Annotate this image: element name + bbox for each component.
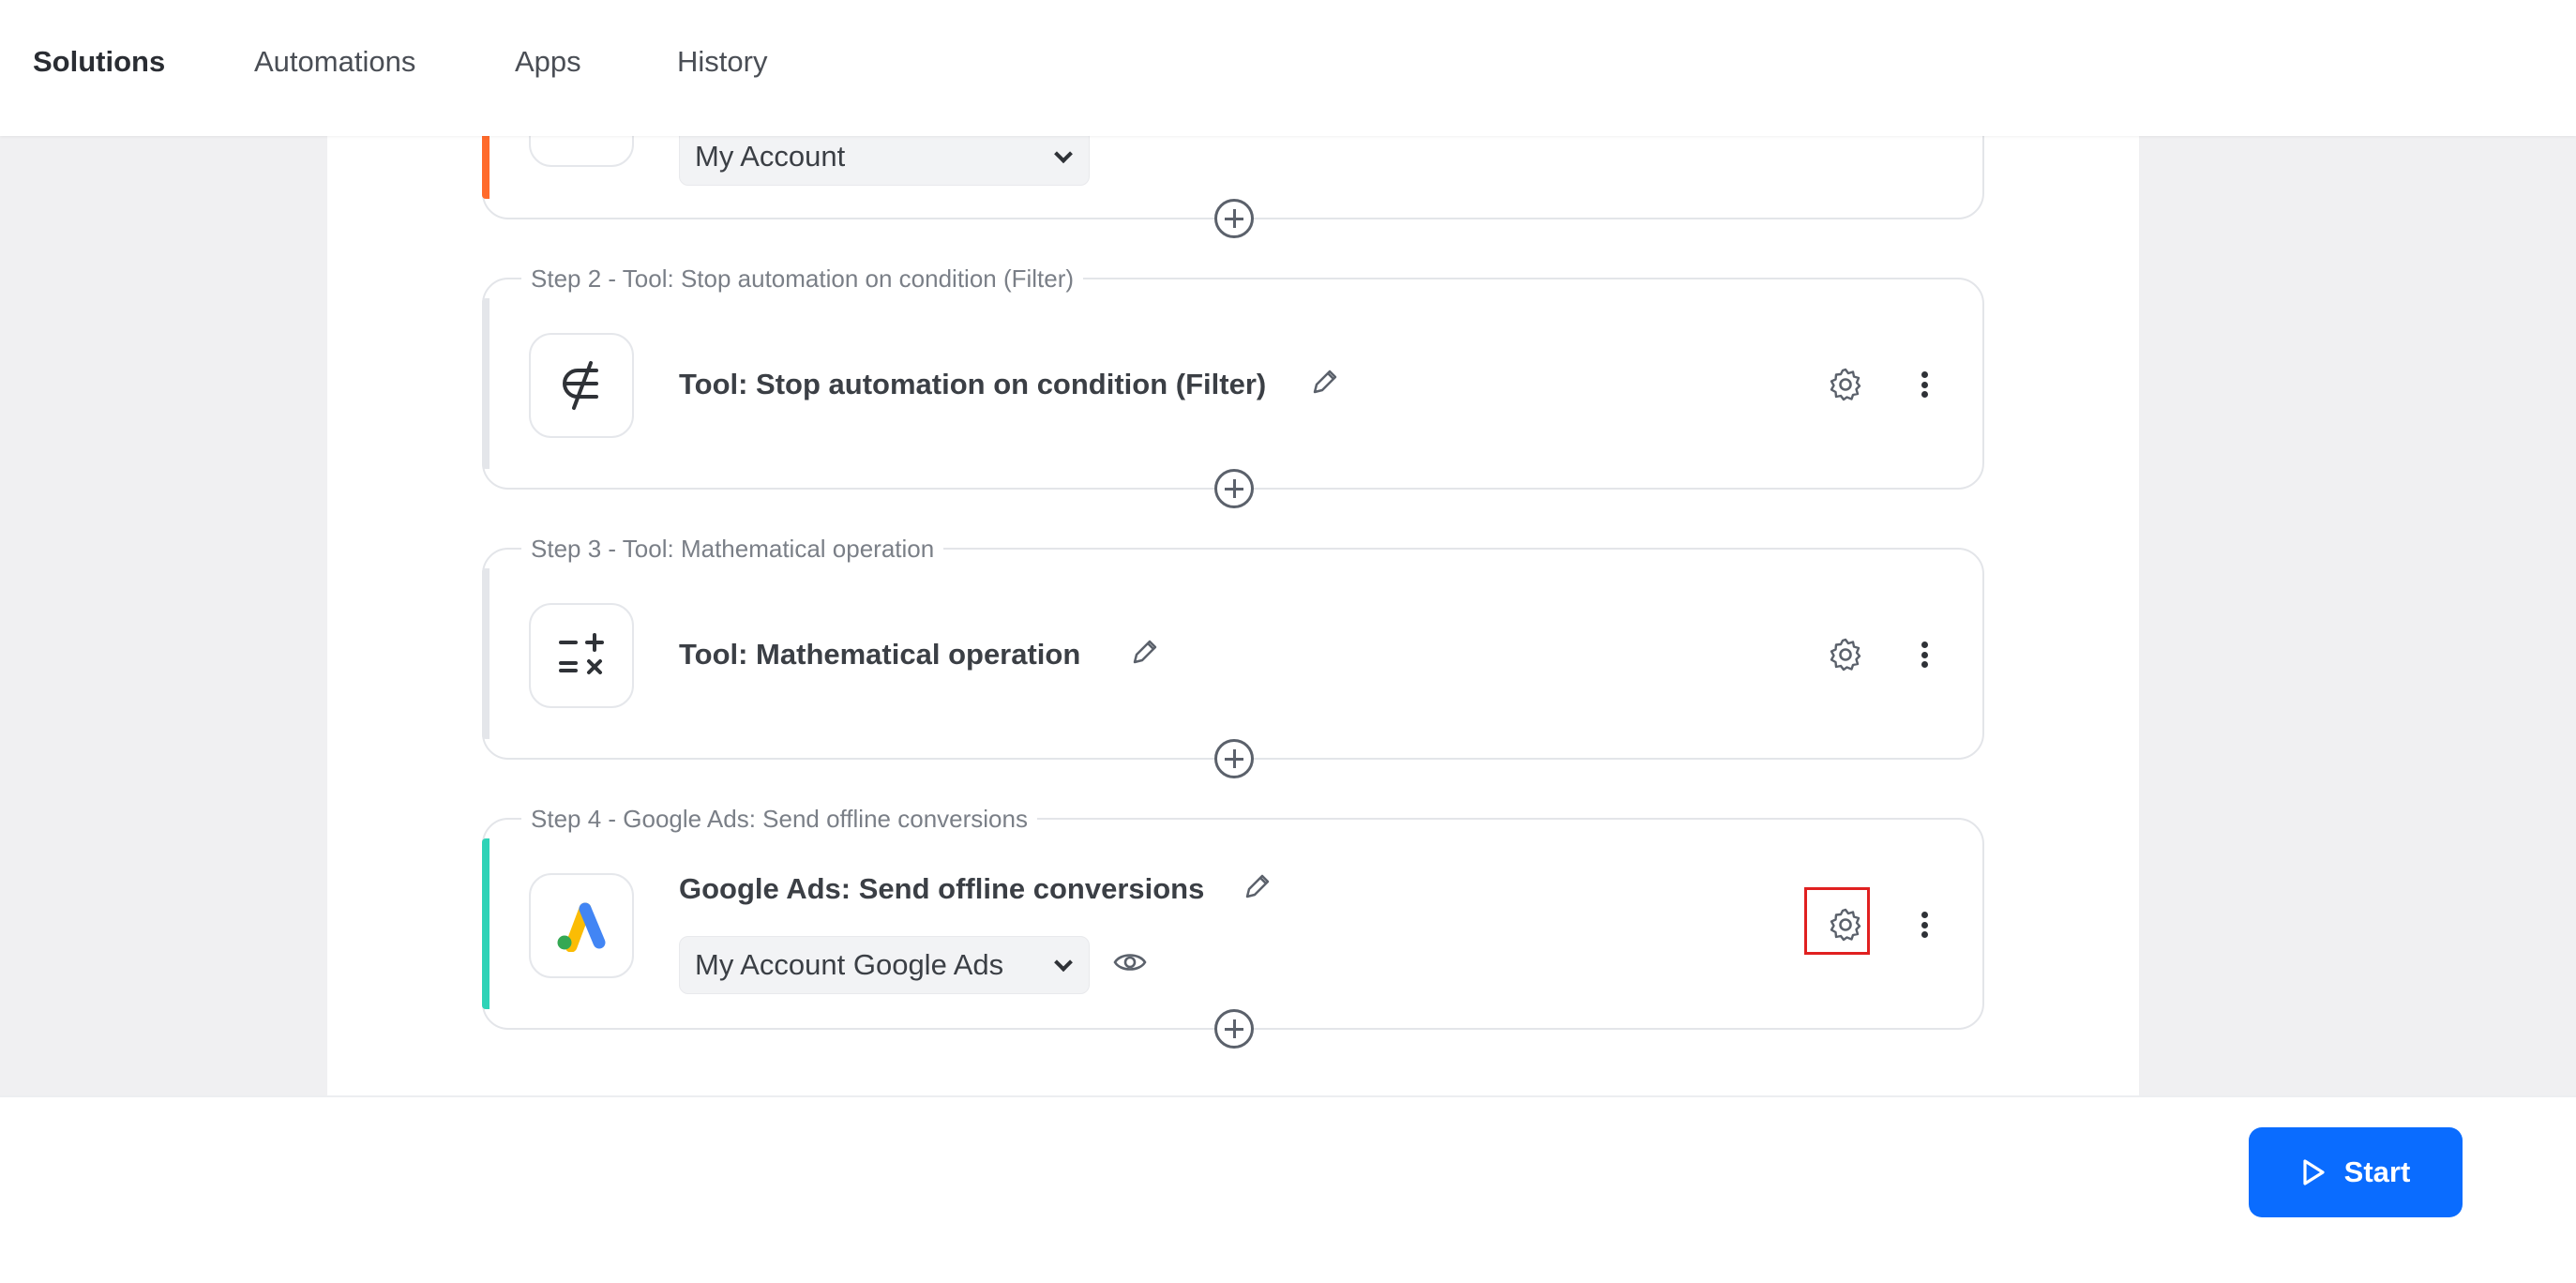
- edit-pencil-icon[interactable]: [1307, 366, 1341, 400]
- account-select-value: My Account: [695, 140, 846, 173]
- more-options-icon[interactable]: [1917, 366, 1932, 403]
- start-button-label: Start: [2343, 1155, 2411, 1188]
- step-accent-bar: [482, 568, 490, 739]
- more-options-icon[interactable]: [1917, 636, 1932, 673]
- bottom-action-bar: [0, 1095, 2576, 1283]
- step-card-3: Step 3 - Tool: Mathematical operation To…: [482, 535, 1984, 778]
- step-accent-bar: [482, 838, 490, 1009]
- step-title: Tool: Stop automation on condition (Filt…: [679, 368, 1267, 400]
- math-operations-icon: [559, 633, 604, 674]
- step-accent-bar: [482, 298, 490, 469]
- add-step-button[interactable]: [1214, 469, 1254, 508]
- edit-pencil-icon[interactable]: [1240, 870, 1273, 904]
- nav-history[interactable]: History: [677, 45, 767, 79]
- edit-pencil-icon[interactable]: [1127, 636, 1161, 670]
- chevron-down-icon: [1054, 953, 1073, 973]
- filter-not-subset-icon: [563, 361, 598, 410]
- step-title: Google Ads: Send offline conversions: [679, 872, 1205, 905]
- top-navigation: Solutions Automations Apps History: [0, 0, 2576, 136]
- filter-tool-icon-box: [529, 333, 634, 438]
- google-ads-icon-box: [529, 873, 634, 978]
- step-title: Tool: Mathematical operation: [679, 638, 1081, 671]
- nav-solutions[interactable]: Solutions: [33, 45, 165, 79]
- add-step-button[interactable]: [1214, 1009, 1254, 1049]
- start-button[interactable]: Start: [2249, 1127, 2463, 1217]
- step-legend: Step 4 - Google Ads: Send offline conver…: [521, 805, 1037, 834]
- step-card-2: Step 2 - Tool: Stop automation on condit…: [482, 264, 1984, 508]
- chevron-down-icon: [1054, 144, 1073, 164]
- eye-preview-icon[interactable]: [1112, 949, 1148, 975]
- highlight-box: [1804, 887, 1870, 955]
- account-select[interactable]: My Account Google Ads: [679, 936, 1090, 994]
- nav-apps[interactable]: Apps: [515, 45, 581, 79]
- add-step-button[interactable]: [1214, 739, 1254, 778]
- add-step-button[interactable]: [1214, 199, 1254, 238]
- play-icon: [2303, 1159, 2325, 1185]
- account-select[interactable]: My Account: [679, 128, 1090, 186]
- account-select-value: My Account Google Ads: [695, 948, 1004, 981]
- gear-icon[interactable]: [1827, 636, 1864, 673]
- step-legend: Step 2 - Tool: Stop automation on condit…: [521, 264, 1084, 294]
- step-legend: Step 3 - Tool: Mathematical operation: [521, 535, 944, 564]
- gear-icon[interactable]: [1827, 366, 1864, 403]
- more-options-icon[interactable]: [1917, 906, 1932, 943]
- math-tool-icon-box: [529, 603, 634, 708]
- google-ads-logo-icon: [557, 902, 606, 952]
- step-card-4: Step 4 - Google Ads: Send offline conver…: [482, 805, 1984, 1049]
- nav-automations[interactable]: Automations: [254, 45, 415, 79]
